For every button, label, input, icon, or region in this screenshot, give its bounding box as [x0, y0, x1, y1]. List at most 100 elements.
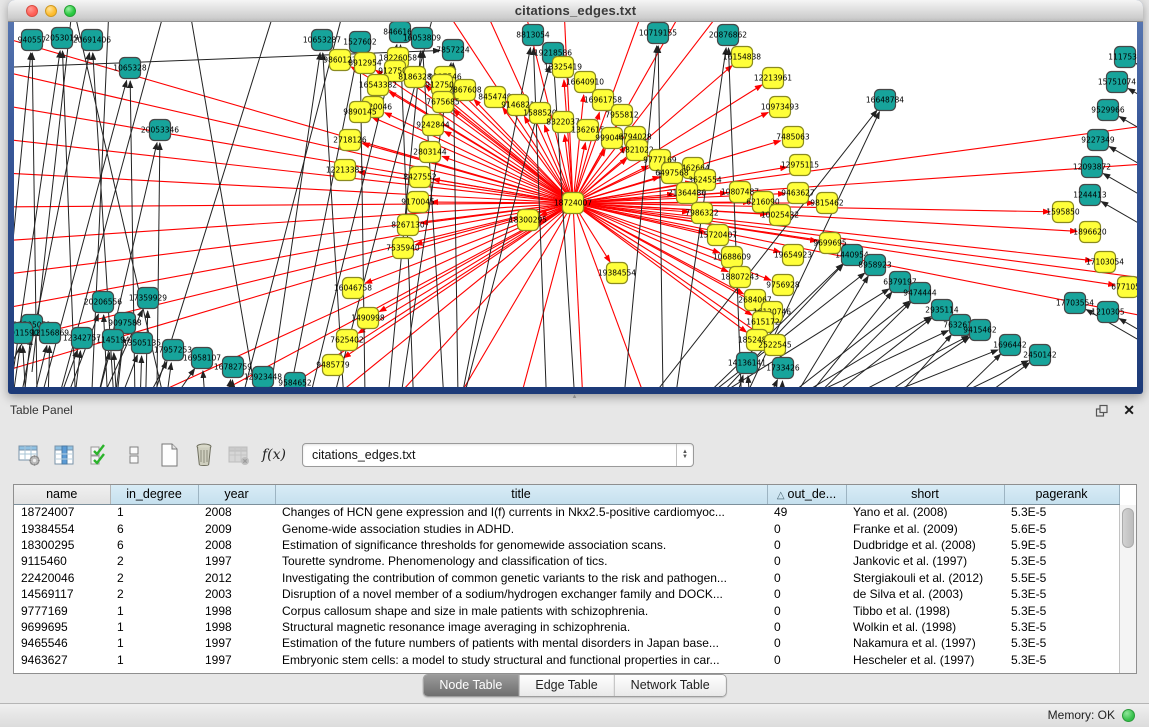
- graph-node[interactable]: 1117539: [1108, 47, 1137, 68]
- table-cell[interactable]: Nakamura et al. (1997): [846, 635, 1004, 651]
- table-cell[interactable]: 1998: [198, 602, 275, 618]
- tab-node-table[interactable]: Node Table: [423, 675, 519, 696]
- table-cell[interactable]: 1: [110, 602, 198, 618]
- table-cell[interactable]: 2003: [198, 586, 275, 602]
- table-cell[interactable]: 0: [767, 570, 846, 586]
- table-cell[interactable]: 0: [767, 652, 846, 668]
- table-row[interactable]: 969969511998Structural magnetic resonanc…: [14, 619, 1119, 635]
- table-cell[interactable]: de Silva et al. (2003): [846, 586, 1004, 602]
- table-cell[interactable]: 0: [767, 619, 846, 635]
- graph-node[interactable]: 940557: [18, 30, 47, 51]
- create-table-icon[interactable]: [156, 442, 182, 468]
- selection-filter-icon[interactable]: [86, 442, 112, 468]
- window-titlebar[interactable]: citations_edges.txt: [8, 0, 1143, 22]
- graph-node[interactable]: 12975115: [781, 155, 819, 176]
- graph-node[interactable]: 1696442: [993, 335, 1027, 356]
- table-select-dropdown[interactable]: citations_edges.txt▲▼: [302, 443, 694, 467]
- table-cell[interactable]: 0: [767, 586, 846, 602]
- graph-node[interactable]: 9242844: [416, 115, 450, 136]
- table-cell[interactable]: 19384554: [14, 520, 110, 536]
- float-panel-icon[interactable]: [1095, 404, 1109, 418]
- table-cell[interactable]: 5.9E-5: [1004, 537, 1119, 553]
- network-canvas[interactable]: 9405572053019206914061065328200533461065…: [14, 22, 1137, 387]
- graph-node[interactable]: 7857224: [436, 40, 470, 61]
- table-cell[interactable]: 22420046: [14, 570, 110, 586]
- table-cell[interactable]: 5.3E-5: [1004, 504, 1119, 520]
- graph-node[interactable]: 1527602: [343, 32, 377, 53]
- table-cell[interactable]: 5.3E-5: [1004, 652, 1119, 668]
- table-cell[interactable]: Franke et al. (2009): [846, 520, 1004, 536]
- table-cell[interactable]: Corpus callosum shape and size in male p…: [275, 602, 767, 618]
- graph-node[interactable]: 9815462: [810, 193, 844, 214]
- table-row[interactable]: 1830029562008Estimation of significance …: [14, 537, 1119, 553]
- table-cell[interactable]: 0: [767, 635, 846, 651]
- table-scrollbar[interactable]: [1119, 505, 1136, 673]
- graph-node[interactable]: 14136141: [728, 353, 766, 374]
- table-row[interactable]: 946362711997Embryonic stem cells: a mode…: [14, 652, 1119, 668]
- table-cell[interactable]: 5.3E-5: [1004, 586, 1119, 602]
- table-cell[interactable]: 0: [767, 602, 846, 618]
- graph-node[interactable]: 20206556: [84, 292, 122, 313]
- graph-node[interactable]: 10973493: [761, 97, 799, 118]
- column-header-name[interactable]: name: [14, 485, 110, 504]
- graph-node[interactable]: 6771050: [1111, 277, 1137, 298]
- table-cell[interactable]: 5.3E-5: [1004, 553, 1119, 569]
- graph-node[interactable]: 19384554: [598, 263, 636, 284]
- table-cell[interactable]: 1: [110, 619, 198, 635]
- table-cell[interactable]: 5.3E-5: [1004, 602, 1119, 618]
- graph-node[interactable]: 16648784: [866, 90, 904, 111]
- table-cell[interactable]: 2009: [198, 520, 275, 536]
- graph-node[interactable]: 7485063: [776, 127, 810, 148]
- table-cell[interactable]: Estimation of significance thresholds fo…: [275, 537, 767, 553]
- table-cell[interactable]: 5.5E-5: [1004, 570, 1119, 586]
- table-cell[interactable]: 0: [767, 553, 846, 569]
- table-cell[interactable]: 1998: [198, 619, 275, 635]
- column-header-in_degree[interactable]: in_degree: [110, 485, 198, 504]
- table-cell[interactable]: Tourette syndrome. Phenomenology and cla…: [275, 553, 767, 569]
- table-cell[interactable]: 9699695: [14, 619, 110, 635]
- graph-node[interactable]: 10688609: [713, 247, 751, 268]
- table-cell[interactable]: 2008: [198, 537, 275, 553]
- table-cell[interactable]: 2: [110, 570, 198, 586]
- table-cell[interactable]: 5.3E-5: [1004, 635, 1119, 651]
- table-row[interactable]: 1456911722003Disruption of a novel membe…: [14, 586, 1119, 602]
- graph-node[interactable]: 1733426: [766, 358, 800, 379]
- table-row[interactable]: 911546021997Tourette syndrome. Phenomeno…: [14, 553, 1119, 569]
- network-graph[interactable]: 9405572053019206914061065328200533461065…: [14, 22, 1137, 387]
- row-height-icon[interactable]: [121, 442, 147, 468]
- attribute-table[interactable]: namein_degreeyeartitle△out_de...shortpag…: [14, 485, 1120, 668]
- tab-network-table[interactable]: Network Table: [615, 675, 726, 696]
- table-cell[interactable]: 6: [110, 537, 198, 553]
- scrollbar-thumb[interactable]: [1122, 508, 1134, 548]
- table-cell[interactable]: 6: [110, 520, 198, 536]
- table-cell[interactable]: 9463627: [14, 652, 110, 668]
- table-cell[interactable]: Hescheler et al. (1997): [846, 652, 1004, 668]
- table-cell[interactable]: Disruption of a novel member of a sodium…: [275, 586, 767, 602]
- graph-node[interactable]: 1595850: [1046, 202, 1080, 223]
- table-cell[interactable]: 5.6E-5: [1004, 520, 1119, 536]
- table-cell[interactable]: 9115460: [14, 553, 110, 569]
- graph-node[interactable]: 17103054: [1086, 252, 1124, 273]
- graph-node[interactable]: 1896620: [1073, 222, 1107, 243]
- graph-node[interactable]: 12213383: [326, 160, 364, 181]
- graph-node[interactable]: 10719155: [639, 23, 677, 44]
- table-cell[interactable]: 1: [110, 504, 198, 520]
- table-cell[interactable]: 2: [110, 553, 198, 569]
- table-cell[interactable]: 1997: [198, 635, 275, 651]
- column-header-title[interactable]: title: [275, 485, 767, 504]
- table-cell[interactable]: Jankovic et al. (1997): [846, 553, 1004, 569]
- table-row[interactable]: 2242004622012Investigating the contribut…: [14, 570, 1119, 586]
- graph-node[interactable]: 16046758: [334, 278, 372, 299]
- table-cell[interactable]: Changes of HCN gene expression and I(f) …: [275, 504, 767, 520]
- table-cell[interactable]: Wolkin et al. (1998): [846, 619, 1004, 635]
- table-cell[interactable]: 1997: [198, 652, 275, 668]
- table-cell[interactable]: 2008: [198, 504, 275, 520]
- graph-node[interactable]: 8267130: [391, 215, 425, 236]
- table-cell[interactable]: 9465546: [14, 635, 110, 651]
- delete-rows-icon[interactable]: [191, 442, 217, 468]
- column-header-out_de[interactable]: △out_de...: [767, 485, 846, 504]
- graph-node[interactable]: 10653287: [303, 30, 341, 51]
- table-cell[interactable]: Estimation of the future numbers of pati…: [275, 635, 767, 651]
- graph-node[interactable]: 7535940: [386, 238, 420, 259]
- close-panel-icon[interactable]: ✕: [1123, 402, 1135, 418]
